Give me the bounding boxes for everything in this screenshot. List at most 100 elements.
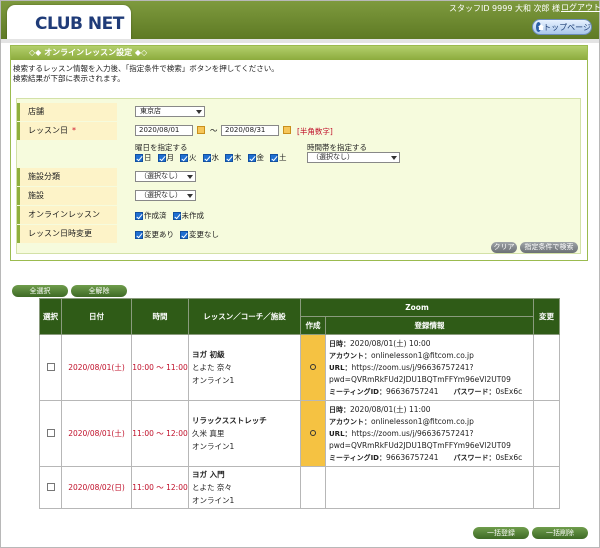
online-uncreated-option[interactable]: 未作成	[172, 210, 205, 221]
store-select[interactable]: 東京店	[135, 106, 205, 117]
changed-option[interactable]: 変更あり	[135, 229, 174, 240]
date-separator: ～	[210, 126, 218, 135]
unchanged-label: 変更なし	[189, 230, 219, 239]
description-line-1: 検索するレッスン情報を入力後、「指定条件で検索」ボタンを押してください。	[13, 64, 279, 73]
checkbox-checked-icon[interactable]	[247, 153, 256, 162]
change-options: 変更あり 変更なし	[135, 229, 219, 240]
chevron-down-icon	[187, 175, 193, 179]
created-circle-icon	[310, 430, 316, 436]
zoom-password: 0sEx6c	[495, 386, 523, 396]
row-select-cell	[39, 334, 62, 401]
url-label: URL：	[329, 363, 352, 372]
calendar-icon[interactable]	[283, 126, 291, 134]
row-checkbox[interactable]	[46, 428, 55, 437]
zoom-url[interactable]: https://zoom.us/j/96636757241?	[352, 429, 474, 438]
bulk-delete-button[interactable]: 一括削除	[532, 527, 588, 539]
header-divider	[1, 39, 599, 43]
meeting-label: ミーティングID：	[329, 387, 386, 396]
lesson-date-label-text: レッスン日	[28, 126, 68, 135]
store-label: 店舗	[17, 103, 117, 121]
row-zoom-info: 日時：2020/08/01(土) 11:00 アカウント：onlinelesso…	[325, 400, 534, 467]
col-change: 変更	[533, 298, 560, 335]
checkbox-checked-icon[interactable]	[180, 230, 188, 239]
coach-name: とよた 奈々	[192, 363, 232, 372]
unchanged-option[interactable]: 変更なし	[180, 229, 219, 240]
row-date: 2020/08/01(土)	[61, 334, 132, 401]
checkbox-checked-icon[interactable]	[225, 153, 233, 162]
weekday-option[interactable]: 金	[247, 152, 265, 163]
row-select-cell	[39, 466, 62, 509]
facility-type-label: 施設分類	[17, 168, 117, 186]
header-bar: CLUB NET スタッフID 9999 大和 次郎 様 ログアウト トップペー…	[1, 1, 600, 39]
weekday-option[interactable]: 水	[202, 152, 219, 163]
timeslot-select-value: （選択なし）	[312, 153, 354, 161]
meeting-label: ミーティングID：	[329, 453, 386, 462]
logout-link[interactable]: ログアウト	[561, 2, 600, 13]
weekday-sat-label: 土	[279, 153, 287, 162]
weekday-fri-label: 金	[256, 153, 265, 162]
zoom-datetime: 2020/08/01(土) 10:00	[350, 338, 431, 348]
date-to-input[interactable]: 2020/08/31	[221, 125, 279, 136]
checkbox-checked-icon[interactable]	[202, 153, 211, 162]
search-button[interactable]: 指定条件で検索	[520, 242, 578, 253]
row-time: 10:00 ～ 11:00	[131, 334, 189, 401]
search-form-panel: 店舗 東京店 レッスン日 * 2020/08/01 ～ 2020/08/31 [半…	[16, 98, 581, 254]
weekday-sun-label: 日	[144, 153, 152, 162]
row-checkbox[interactable]	[46, 362, 55, 371]
online-uncreated-label: 未作成	[181, 211, 205, 220]
zoom-password: 0sEx6c	[495, 452, 523, 462]
row-checkbox[interactable]	[46, 482, 55, 491]
checkbox-checked-icon[interactable]	[270, 153, 278, 162]
col-made: 作成	[300, 316, 326, 335]
checkbox-checked-icon[interactable]	[172, 211, 181, 220]
row-lesson-cell: ヨガ 初級 とよた 奈々 オンライン1	[188, 334, 301, 401]
weekday-option[interactable]: 日	[135, 152, 152, 163]
weekday-option[interactable]: 月	[157, 152, 174, 163]
password-label: パスワード：	[453, 453, 496, 462]
deselect-all-button[interactable]: 全解除	[71, 285, 127, 297]
top-page-button[interactable]: トップページ	[532, 19, 592, 35]
weekday-option[interactable]: 火	[180, 152, 197, 163]
bulk-register-button[interactable]: 一括登録	[473, 527, 529, 539]
weekday-thu-label: 木	[234, 153, 242, 162]
checkbox-checked-icon[interactable]	[135, 230, 143, 239]
chevron-down-icon	[196, 110, 202, 114]
user-info: スタッフID 9999 大和 次郎 様	[449, 4, 561, 13]
online-created-option[interactable]: 作成済	[135, 210, 167, 221]
lesson-change-label: レッスン日時変更	[17, 225, 117, 243]
checkbox-checked-icon[interactable]	[135, 211, 143, 220]
checkbox-checked-icon[interactable]	[180, 153, 188, 162]
facility-type-select[interactable]: （選択なし）	[135, 171, 196, 182]
row-date: 2020/08/02(日)	[61, 466, 132, 509]
facility-type-value: （選択なし）	[140, 172, 182, 180]
clear-button[interactable]: クリア	[491, 242, 517, 253]
facility-select[interactable]: （選択なし）	[135, 190, 196, 201]
password-label: パスワード：	[453, 387, 496, 396]
row-time: 11:00 ～ 12:00	[131, 400, 189, 467]
created-circle-icon	[310, 364, 316, 370]
weekday-option[interactable]: 土	[270, 152, 287, 163]
checkbox-checked-icon[interactable]	[157, 153, 166, 162]
facility-label: 施設	[17, 187, 117, 205]
weekday-option[interactable]: 木	[225, 152, 242, 163]
row-lesson-cell: ヨガ 入門 とよた 奈々 オンライン1	[188, 466, 301, 509]
search-section: ◇◆ オンラインレッスン設定 ◆◇ 検索するレッスン情報を入力後、「指定条件で検…	[10, 45, 588, 261]
timeslot-select[interactable]: （選択なし）	[307, 152, 400, 163]
checkbox-checked-icon[interactable]	[135, 153, 143, 162]
row-lesson-cell: リラックスストレッチ 久米 真里 オンライン1	[188, 400, 301, 467]
row-change-cell	[533, 334, 560, 401]
lesson-name: ヨガ 入門	[192, 470, 225, 479]
row-zoom-info	[325, 466, 534, 509]
col-select: 選択	[39, 298, 62, 335]
datetime-label: 日時：	[329, 405, 350, 414]
row-select-cell	[39, 400, 62, 467]
changed-label: 変更あり	[144, 230, 174, 239]
logo-tab: CLUB NET	[7, 5, 131, 39]
select-all-button[interactable]: 全選択	[12, 285, 68, 297]
table-row: 2020/08/01(土) 10:00 ～ 11:00 ヨガ 初級 とよた 奈々…	[39, 334, 560, 401]
zoom-url[interactable]: https://zoom.us/j/96636757241?	[352, 363, 474, 372]
meeting-id: 96636757241	[386, 386, 439, 396]
calendar-icon[interactable]	[197, 126, 205, 134]
online-lesson-label: オンラインレッスン	[17, 206, 117, 224]
date-from-input[interactable]: 2020/08/01	[135, 125, 193, 136]
